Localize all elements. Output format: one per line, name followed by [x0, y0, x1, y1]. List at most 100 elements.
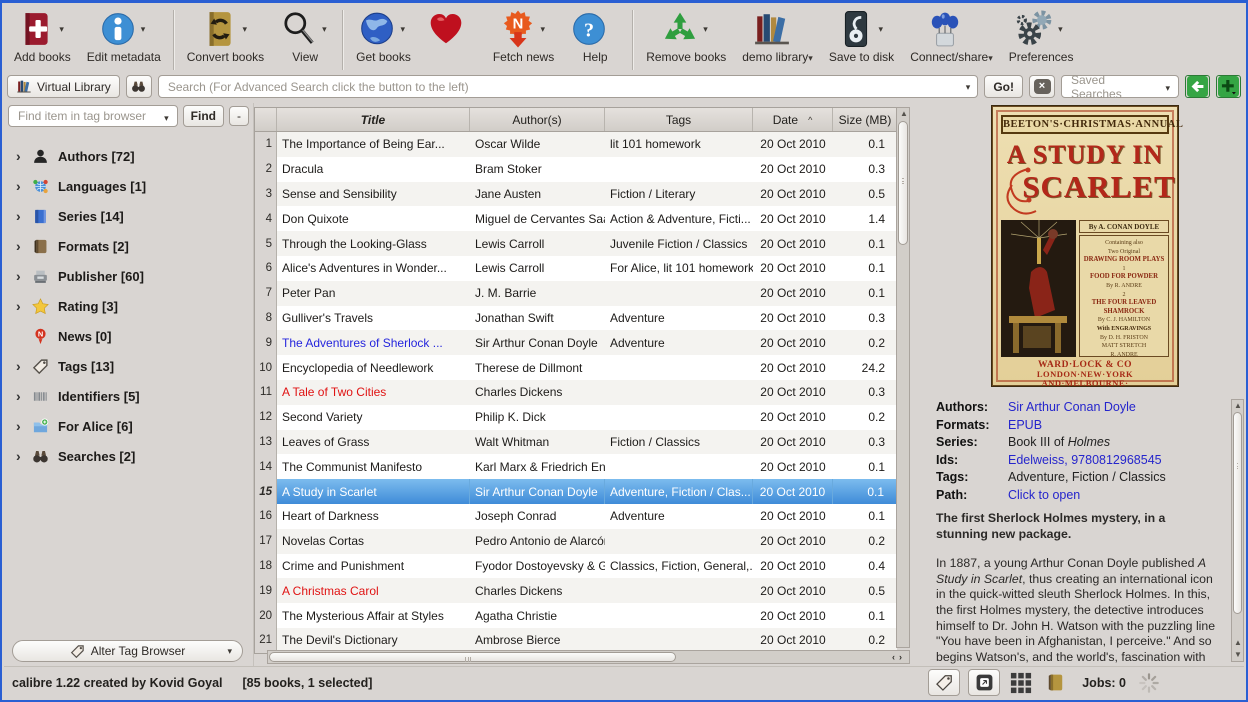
details-scrollbar[interactable]: ▲ ▲ ▼ — [1231, 399, 1244, 662]
table-row[interactable]: 8 Gulliver's Travels Jonathan Swift Adve… — [255, 306, 910, 331]
format-link[interactable]: EPUB — [1008, 417, 1042, 435]
sidebar-item-rating[interactable]: › Rating [3] — [4, 291, 253, 321]
convert-books-button[interactable]: ▾ Convert books — [179, 7, 272, 73]
table-row[interactable]: 16 Heart of Darkness Joseph Conrad Adven… — [255, 504, 910, 529]
table-row[interactable]: 2 Dracula Bram Stoker 20 Oct 2010 0.3 — [255, 157, 910, 182]
table-row[interactable]: 4 Don Quixote Miguel de Cervantes Saa...… — [255, 206, 910, 231]
table-row[interactable]: 6 Alice's Adventures in Wonder... Lewis … — [255, 256, 910, 281]
tag-browser-toggle-button[interactable] — [928, 669, 960, 696]
expander-icon[interactable]: › — [16, 419, 32, 433]
ids-link[interactable]: Edelweiss, 9780812968545 — [1008, 452, 1162, 470]
dropdown-arrow-icon[interactable]: ▾ — [141, 24, 149, 35]
cover-browser-toggle-button[interactable] — [968, 669, 1000, 696]
table-row[interactable]: 9 The Adventures of Sherlock ... Sir Art… — [255, 330, 910, 355]
sidebar-item-series[interactable]: › Series [14] — [4, 201, 253, 231]
dropdown-arrow-icon[interactable]: ▾ — [59, 24, 67, 35]
search-input[interactable] — [158, 75, 979, 98]
table-row[interactable]: 5 Through the Looking-Glass Lewis Carrol… — [255, 231, 910, 256]
jobs-spinner-icon[interactable] — [1138, 672, 1160, 694]
cell-tags — [605, 157, 753, 182]
table-row[interactable]: 20 The Mysterious Affair at Styles Agath… — [255, 603, 910, 628]
fetch-news-button[interactable]: N ▾ Fetch news — [485, 7, 562, 73]
table-row[interactable]: 19 A Christmas Carol Charles Dickens 20 … — [255, 578, 910, 603]
table-row[interactable]: 12 Second Variety Philip K. Dick 20 Oct … — [255, 405, 910, 430]
collapse-all-button[interactable]: - — [229, 106, 249, 126]
table-row[interactable]: 1 The Importance of Being Ear... Oscar W… — [255, 132, 910, 157]
library-button[interactable]: demo library▾ — [734, 7, 821, 73]
search-history-arrow-icon[interactable]: ▾ — [966, 82, 971, 93]
get-books-button[interactable]: ▾ Get books — [348, 7, 419, 73]
advanced-search-button[interactable] — [126, 75, 152, 98]
sidebar-item-tags[interactable]: › Tags [13] — [4, 351, 253, 381]
expander-icon[interactable]: › — [16, 389, 32, 403]
find-in-tag-browser-input[interactable]: Find item in tag browser ▾ — [8, 105, 178, 127]
expander-icon[interactable]: › — [16, 239, 32, 253]
column-header-tags[interactable]: Tags — [605, 108, 753, 131]
sidebar-item-identifiers[interactable]: › Identifiers [5] — [4, 381, 253, 411]
expander-icon[interactable]: › — [16, 269, 32, 283]
copy-search-to-saved-button[interactable] — [1185, 75, 1210, 98]
scroll-up-icon[interactable]: ▲ — [1234, 401, 1242, 410]
virtual-library-button[interactable]: Virtual Library — [7, 75, 120, 98]
table-row[interactable]: 3 Sense and Sensibility Jane Austen Fict… — [255, 182, 910, 207]
book-cover[interactable]: BEETON'S·CHRISTMAS·ANNUAL A STUDY IN SCA… — [992, 106, 1178, 386]
dropdown-arrow-icon[interactable]: ▾ — [242, 24, 250, 35]
cell-date: 20 Oct 2010 — [753, 355, 833, 380]
column-header-authors[interactable]: Author(s) — [470, 108, 605, 131]
find-button[interactable]: Find — [183, 105, 224, 127]
jobs-indicator[interactable]: Jobs: 0 — [1082, 676, 1126, 690]
save-to-disk-button[interactable]: ▾ Save to disk — [821, 7, 902, 73]
table-row[interactable]: 13 Leaves of Grass Walt Whitman Fiction … — [255, 430, 910, 455]
scroll-up-icon[interactable]: ▲ — [1234, 638, 1242, 647]
sidebar-item-label: Tags [13] — [58, 359, 114, 374]
book-list-horizontal-scrollbar[interactable]: ‹› — [267, 650, 910, 664]
expander-icon[interactable]: › — [16, 149, 32, 163]
sidebar-item-for-alice[interactable]: › For Alice [6] — [4, 411, 253, 441]
remove-books-button[interactable]: ▾ Remove books — [638, 7, 734, 73]
expander-icon[interactable]: › — [16, 449, 32, 463]
sidebar-item-languages[interactable]: › Languages [1] — [4, 171, 253, 201]
table-row[interactable]: 7 Peter Pan J. M. Barrie 20 Oct 2010 0.1 — [255, 281, 910, 306]
saved-searches-select[interactable]: Saved Searches ▾ — [1061, 75, 1179, 98]
dropdown-arrow-icon[interactable]: ▾ — [703, 24, 711, 35]
scroll-left-right-icons[interactable]: ‹› — [892, 652, 906, 662]
path-link[interactable]: Click to open — [1008, 487, 1080, 505]
table-row[interactable]: 15 A Study in Scarlet Sir Arthur Conan D… — [255, 479, 910, 504]
go-button[interactable]: Go! — [984, 75, 1023, 98]
dropdown-arrow-icon[interactable]: ▾ — [879, 24, 887, 35]
cover-grid-toggle-button[interactable] — [1008, 670, 1034, 695]
table-row[interactable]: 17 Novelas Cortas Pedro Antonio de Alarc… — [255, 529, 910, 554]
table-row[interactable]: 11 A Tale of Two Cities Charles Dickens … — [255, 380, 910, 405]
sidebar-item-authors[interactable]: › Authors [72] — [4, 141, 253, 171]
column-header-date[interactable]: Date^ — [753, 108, 833, 131]
connect-share-button[interactable]: Connect/share▾ — [902, 7, 1001, 73]
add-books-button[interactable]: ▾ Add books — [6, 7, 79, 73]
table-row[interactable]: 14 The Communist Manifesto Karl Marx & F… — [255, 454, 910, 479]
expander-icon[interactable]: › — [16, 359, 32, 373]
dropdown-arrow-icon[interactable]: ▾ — [1058, 24, 1066, 35]
table-row[interactable]: 10 Encyclopedia of Needlework Therese de… — [255, 355, 910, 380]
expander-icon[interactable]: › — [16, 179, 32, 193]
column-header-size[interactable]: Size (MB) — [833, 108, 897, 131]
authors-link[interactable]: Sir Arthur Conan Doyle — [1008, 399, 1136, 417]
column-header-title[interactable]: Title — [277, 108, 470, 131]
expander-icon[interactable]: › — [16, 299, 32, 313]
sidebar-item-publisher[interactable]: › Publisher [60] — [4, 261, 253, 291]
scroll-up-icon[interactable]: ▲ — [900, 109, 908, 118]
table-row[interactable]: 18 Crime and Punishment Fyodor Dostoyevs… — [255, 554, 910, 579]
table-row[interactable]: 21 The Devil's Dictionary Ambrose Bierce… — [255, 628, 910, 653]
expander-icon[interactable]: › — [16, 209, 32, 223]
add-saved-search-button[interactable] — [1216, 75, 1241, 98]
sidebar-item-searches[interactable]: › Searches [2] — [4, 441, 253, 471]
scroll-down-icon[interactable]: ▼ — [1234, 650, 1242, 659]
book-list-vertical-scrollbar[interactable]: ▲ — [896, 107, 910, 648]
clear-search-button[interactable]: × — [1029, 75, 1055, 98]
preferences-button[interactable]: ▾ Preferences — [1001, 7, 1082, 73]
alter-tag-browser-button[interactable]: Alter Tag Browser ▾ — [12, 640, 243, 662]
sidebar-item-news[interactable]: N News [0] — [4, 321, 253, 351]
book-details-toggle-button[interactable] — [1042, 670, 1068, 695]
dropdown-arrow-icon[interactable]: ▾ — [541, 24, 549, 35]
sidebar-item-formats[interactable]: › Formats [2] — [4, 231, 253, 261]
donate-button[interactable] — [419, 7, 485, 73]
dropdown-arrow-icon[interactable]: ▾ — [400, 24, 408, 35]
